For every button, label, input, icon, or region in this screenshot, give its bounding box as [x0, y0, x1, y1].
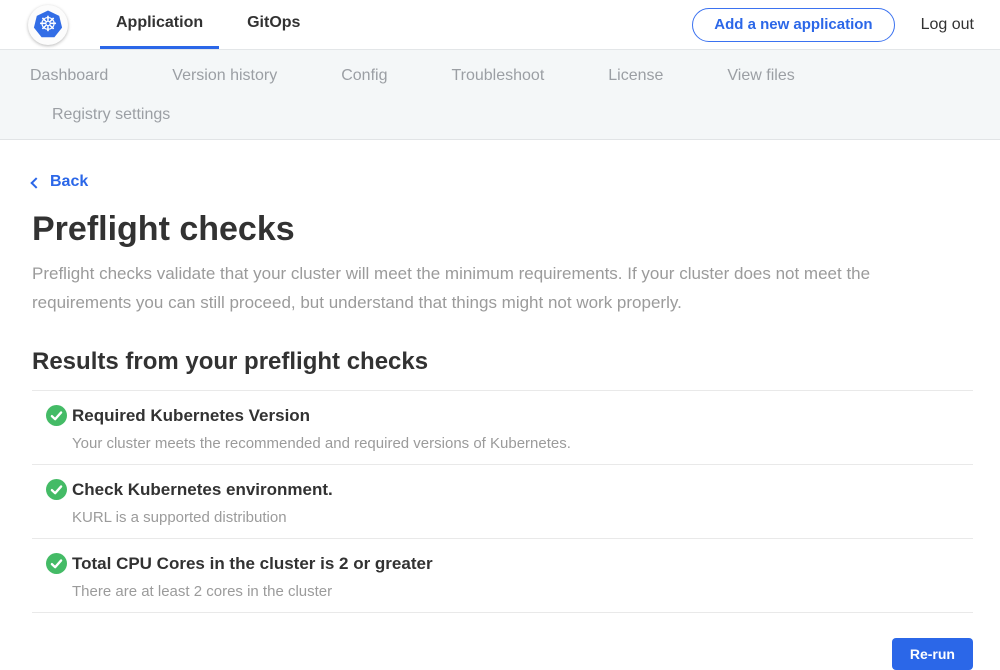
result-title: Total CPU Cores in the cluster is 2 or g…	[72, 553, 433, 574]
result-text: Total CPU Cores in the cluster is 2 or g…	[72, 553, 433, 600]
preflight-page: Back Preflight checks Preflight checks v…	[0, 140, 1000, 670]
top-nav: ☸ Application GitOps Add a new applicati…	[0, 0, 1000, 50]
logout-link[interactable]: Log out	[921, 16, 974, 34]
subnav-row-1: Dashboard Version history Config Trouble…	[30, 66, 1000, 86]
check-circle-icon	[46, 405, 67, 426]
page-title: Preflight checks	[32, 209, 968, 249]
result-message: There are at least 2 cores in the cluste…	[72, 583, 433, 600]
result-title: Check Kubernetes environment.	[72, 479, 333, 500]
subnav-item-view-files[interactable]: View files	[727, 66, 794, 86]
add-application-button[interactable]: Add a new application	[692, 8, 894, 42]
result-message: Your cluster meets the recommended and r…	[72, 435, 571, 452]
page-description: Preflight checks validate that your clus…	[32, 259, 968, 317]
subnav-item-dashboard[interactable]: Dashboard	[30, 66, 108, 86]
subnav-item-version-history[interactable]: Version history	[172, 66, 277, 86]
kubernetes-logo[interactable]: ☸	[28, 5, 68, 45]
result-text: Check Kubernetes environment. KURL is a …	[72, 479, 333, 526]
preflight-result-row: Required Kubernetes Version Your cluster…	[32, 391, 973, 465]
check-circle-icon	[46, 553, 67, 574]
result-title: Required Kubernetes Version	[72, 405, 571, 426]
results-heading: Results from your preflight checks	[32, 348, 968, 376]
subnav-item-config[interactable]: Config	[341, 66, 387, 86]
subnav-item-troubleshoot[interactable]: Troubleshoot	[451, 66, 544, 86]
subnav-item-registry-settings[interactable]: Registry settings	[52, 105, 170, 125]
result-message: KURL is a supported distribution	[72, 509, 333, 526]
preflight-result-row: Check Kubernetes environment. KURL is a …	[32, 465, 973, 539]
result-text: Required Kubernetes Version Your cluster…	[72, 405, 571, 452]
actions-bar: Re-run	[32, 638, 973, 670]
top-nav-right: Add a new application Log out	[692, 0, 1000, 49]
tab-application[interactable]: Application	[100, 0, 219, 49]
tab-gitops[interactable]: GitOps	[231, 0, 316, 49]
back-link-label: Back	[50, 173, 88, 191]
kubernetes-heptagon: ☸	[32, 9, 64, 40]
preflight-results-list: Required Kubernetes Version Your cluster…	[32, 390, 973, 613]
preflight-result-row: Total CPU Cores in the cluster is 2 or g…	[32, 539, 973, 613]
subnav-item-license[interactable]: License	[608, 66, 663, 86]
top-tab-bar: Application GitOps	[100, 0, 316, 49]
chevron-left-icon	[30, 177, 41, 188]
app-subnav: Dashboard Version history Config Trouble…	[0, 50, 1000, 140]
rerun-button[interactable]: Re-run	[892, 638, 973, 670]
subnav-row-2: Registry settings	[30, 105, 1000, 125]
back-link[interactable]: Back	[32, 173, 88, 191]
helm-wheel-icon: ☸	[39, 14, 58, 35]
check-circle-icon	[46, 479, 67, 500]
